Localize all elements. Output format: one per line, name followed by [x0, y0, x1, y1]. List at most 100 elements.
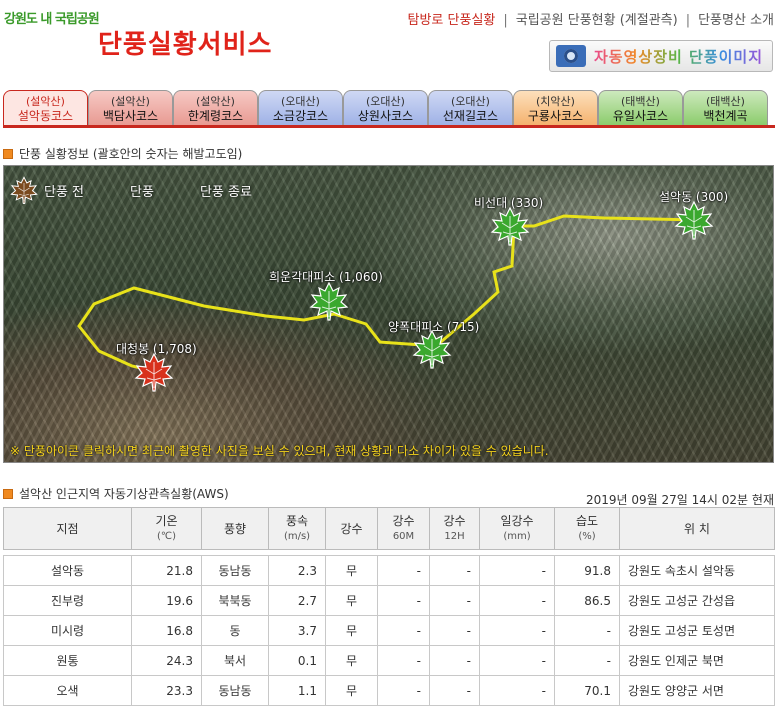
cell-wind_speed: 2.7: [268, 585, 326, 616]
cell-temp: 16.8: [131, 615, 202, 646]
camera-icon: [556, 45, 586, 67]
leaf-icon: [10, 176, 194, 204]
tab-course-label: 상원사코스: [357, 109, 414, 123]
legend-label: 단풍 종료: [199, 184, 252, 200]
nav-separator: |: [503, 13, 508, 28]
col-wind-speed: 풍속 (m/s): [268, 507, 326, 550]
tab-course[interactable]: (태백산) 백천계곡: [683, 90, 768, 125]
aws-section-title: 설악산 인근지역 자동기상관측실황(AWS): [3, 485, 229, 502]
map-legend: 단풍 전 단풍 단풍 종료: [10, 176, 264, 204]
tab-course[interactable]: (오대산) 소금강코스: [258, 90, 343, 125]
cell-p12: -: [429, 675, 480, 706]
cell-p60: -: [377, 585, 430, 616]
map-leaf-icon[interactable]: [490, 206, 530, 246]
cell-wind_speed: 3.7: [268, 615, 326, 646]
nav-famous-mountains[interactable]: 단풍명산 소개: [698, 13, 774, 28]
tab-course[interactable]: (설악산) 백담사코스: [88, 90, 173, 125]
tab-course[interactable]: (오대산) 선재길코스: [428, 90, 513, 125]
cell-p12: -: [429, 585, 480, 616]
aws-table: 지점 기온 (℃) 풍향 풍속 (m/s) 강수 강수 60M 강수 12H 일강수 (m…: [3, 507, 775, 706]
col-precip-60m: 강수 60M: [377, 507, 430, 550]
map-leaf-icon[interactable]: [674, 200, 714, 240]
cell-temp: 23.3: [131, 675, 202, 706]
tab-course[interactable]: (태백산) 유일사코스: [598, 90, 683, 125]
tab-course[interactable]: (설악산) 설악동코스: [3, 90, 88, 125]
tab-course-label: 백담사코스: [102, 109, 159, 123]
logo-subtitle: 강원도 내 국립공원: [4, 12, 100, 27]
tab-course-label: 선재길코스: [442, 109, 499, 123]
map-leaf-icon[interactable]: [309, 281, 349, 321]
cell-p12: -: [429, 555, 480, 586]
cell-humidity: -: [554, 615, 620, 646]
camera-button-label: 자동영상장비 단풍이미지: [594, 47, 764, 66]
map-section-title-text: 단풍 실황정보 (괄호안의 숫자는 해발고도임): [19, 147, 243, 161]
cell-daily: -: [479, 555, 555, 586]
map-leaf-icon[interactable]: [412, 329, 452, 369]
cell-wind_speed: 0.1: [268, 645, 326, 676]
logo-title[interactable]: 단풍실황서비스: [98, 24, 272, 61]
top-nav: 탐방로 단풍실황 | 국립공원 단풍현황 (계절관측) | 단풍명산 소개: [408, 9, 774, 28]
legend-item: 단풍: [10, 176, 154, 204]
table-row: 원통 24.3 북서 0.1 무 - - - - 강원도 인제군 북면: [3, 645, 775, 676]
aws-section-title-text: 설악산 인근지역 자동기상관측실황(AWS): [19, 487, 229, 501]
col-wind-dir: 풍향: [201, 507, 269, 550]
cell-station: 원통: [3, 645, 132, 676]
map-leaf-icon[interactable]: [134, 352, 174, 392]
trail-route: [77, 214, 700, 373]
tab-course[interactable]: (치악산) 구룡사코스: [513, 90, 598, 125]
cell-location: 강원도 속초시 설악동: [619, 555, 775, 586]
table-header-row: 지점 기온 (℃) 풍향 풍속 (m/s) 강수 강수 60M 강수 12H 일강수 (m…: [3, 507, 775, 550]
cell-location: 강원도 고성군 간성읍: [619, 585, 775, 616]
table-row: 오색 23.3 동남동 1.1 무 - - -70.1 강원도 양양군 서면: [3, 675, 775, 706]
nav-trail-foliage[interactable]: 탐방로 단풍실황: [408, 13, 496, 28]
col-temp: 기온 (℃): [131, 507, 202, 550]
cell-humidity: 86.5: [554, 585, 620, 616]
tab-course[interactable]: (설악산) 한계령코스: [173, 90, 258, 125]
header: 강원도 내 국립공원 단풍실황서비스 탐방로 단풍실황 | 국립공원 단풍현황 (계…: [0, 0, 778, 88]
nav-separator: |: [685, 13, 691, 28]
cell-precip: 무: [325, 585, 378, 616]
cell-p60: -: [377, 555, 430, 586]
legend-label: 단풍: [130, 184, 154, 200]
cell-wind_dir: 동: [201, 615, 269, 646]
section-bullet-icon: [3, 488, 13, 499]
cell-wind_dir: 북북동: [201, 585, 269, 616]
tab-park-label: (태백산): [706, 95, 745, 108]
table-row: 진부령 19.6 북북동 2.7 무 - - -86.5 강원도 고성군 간성읍: [3, 585, 775, 616]
tab-park-label: (설악산): [26, 95, 65, 108]
tab-course-label: 유일사코스: [612, 109, 669, 123]
nav-park-foliage-status[interactable]: 국립공원 단풍현황 (계절관측): [516, 13, 678, 28]
cell-wind_dir: 동남동: [201, 675, 269, 706]
cell-wind_speed: 1.1: [268, 675, 326, 706]
cell-precip: 무: [325, 555, 378, 586]
tab-park-label: (오대산): [366, 95, 405, 108]
tab-course-label: 한계령코스: [187, 109, 244, 123]
cell-location: 강원도 인제군 북면: [619, 645, 775, 676]
cell-p12: -: [429, 645, 480, 676]
cell-p12: -: [429, 615, 480, 646]
col-precip: 강수: [325, 507, 378, 550]
cell-humidity: 91.8: [554, 555, 620, 586]
legend-item: 단풍 종료: [10, 176, 252, 204]
tab-park-label: (설악산): [111, 95, 150, 108]
camera-image-button[interactable]: 자동영상장비 단풍이미지: [549, 40, 773, 72]
tab-course-label: 설악동코스: [17, 109, 74, 123]
tab-course-label: 백천계곡: [703, 109, 748, 123]
col-station: 지점: [3, 507, 132, 550]
cell-wind_dir: 동남동: [201, 555, 269, 586]
cell-station: 설악동: [3, 555, 132, 586]
map-note: ※ 단풍아이콘 클릭하시면 최근에 촬영한 사진을 보실 수 있으며, 현재 상…: [10, 444, 549, 458]
cell-daily: -: [479, 615, 555, 646]
cell-humidity: -: [554, 645, 620, 676]
cell-daily: -: [479, 675, 555, 706]
cell-precip: 무: [325, 645, 378, 676]
cell-p60: -: [377, 615, 430, 646]
cell-temp: 21.8: [131, 555, 202, 586]
section-bullet-icon: [3, 148, 13, 159]
tab-course[interactable]: (오대산) 상원사코스: [343, 90, 428, 125]
observation-timestamp: 2019년 09월 27일 14시 02분 현재: [586, 493, 774, 507]
tab-park-label: (치악산): [536, 95, 575, 108]
col-humidity: 습도 (%): [554, 507, 620, 550]
cell-humidity: 70.1: [554, 675, 620, 706]
col-precip-12h: 강수 12H: [429, 507, 480, 550]
